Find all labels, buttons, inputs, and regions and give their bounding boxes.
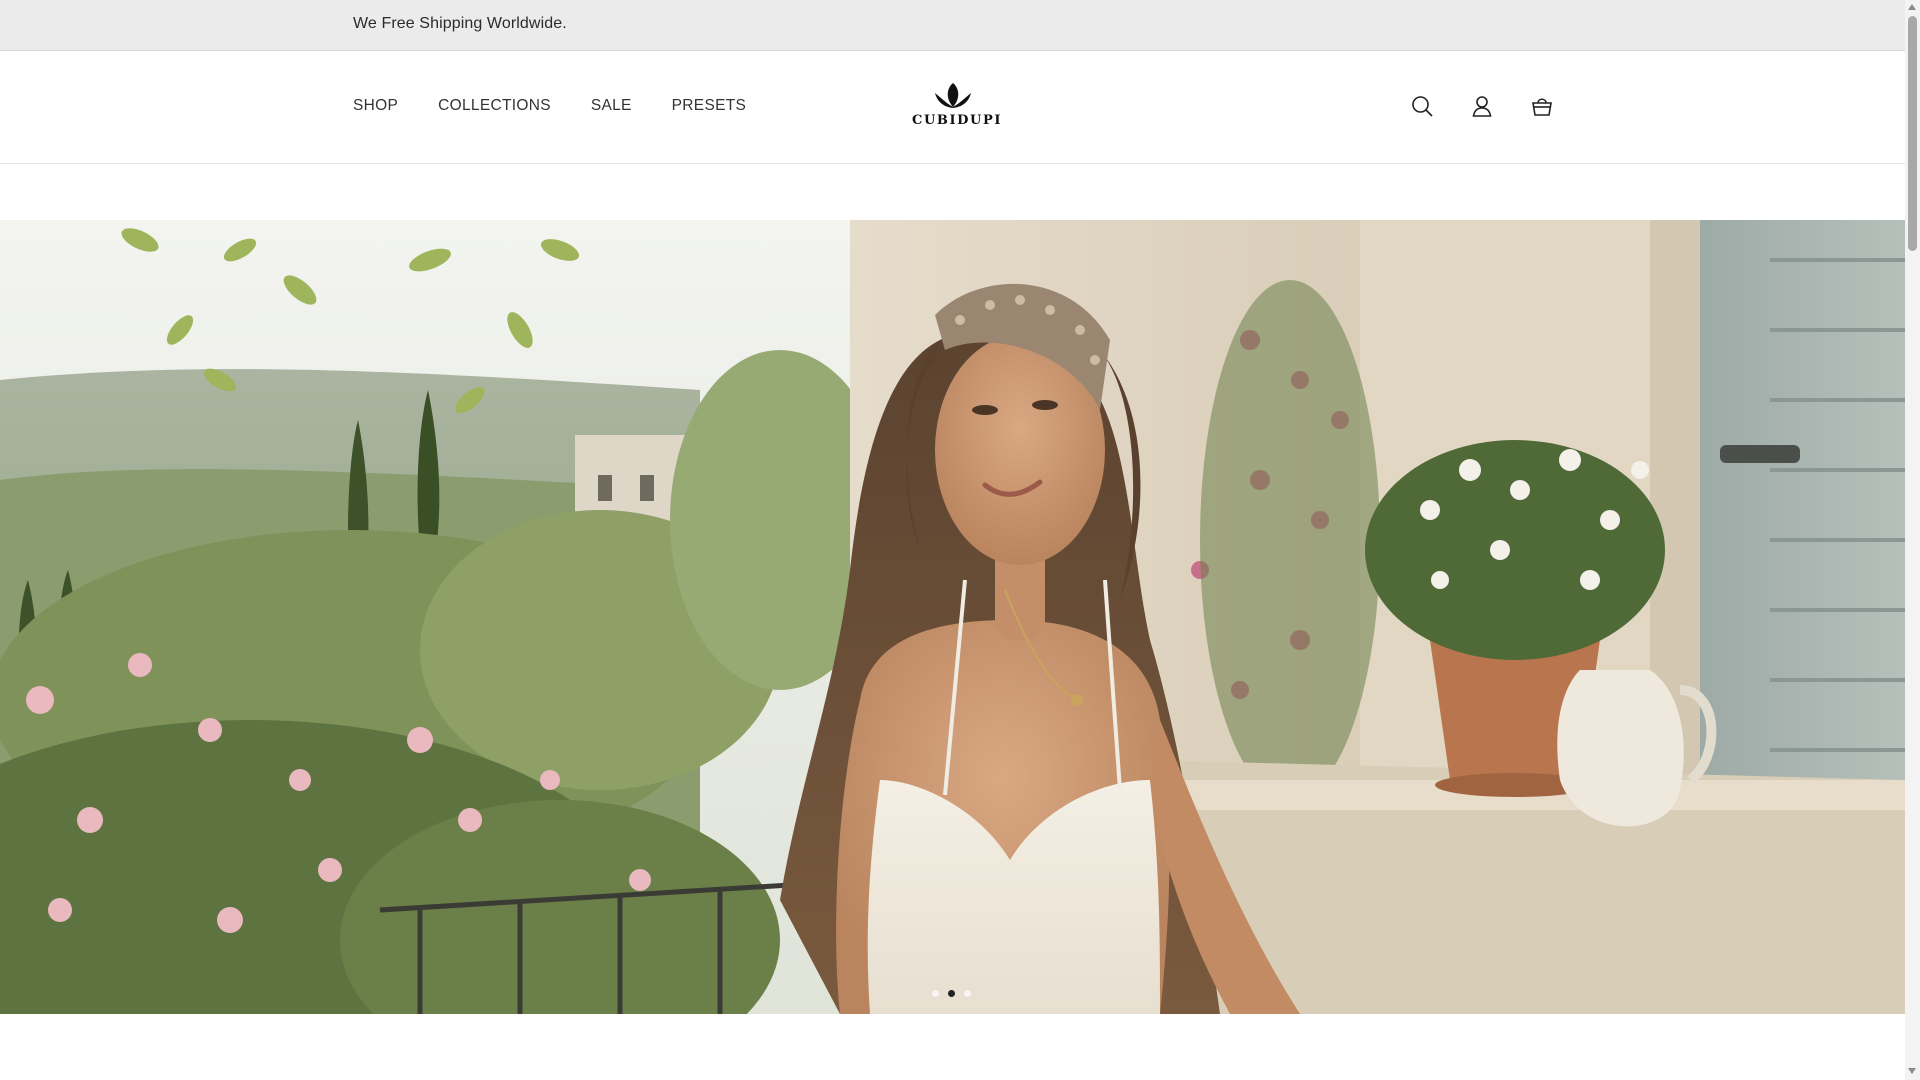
- vertical-scrollbar[interactable]: [1905, 0, 1920, 1080]
- slider-dot-3[interactable]: [964, 990, 971, 997]
- main-nav: SHOP COLLECTIONS SALE PRESETS: [353, 97, 786, 115]
- hero-photo: [0, 220, 1905, 1014]
- page: We Free Shipping Worldwide. SHOP COLLECT…: [0, 0, 1905, 1080]
- hero-banner[interactable]: [0, 220, 1905, 1014]
- scroll-up-arrow-icon[interactable]: [1908, 4, 1916, 10]
- announcement-bar: We Free Shipping Worldwide.: [0, 0, 1905, 51]
- header-actions: [1410, 94, 1554, 118]
- slider-dot-2[interactable]: [948, 990, 955, 997]
- site-header: SHOP COLLECTIONS SALE PRESETS CUBIDUPI: [0, 51, 1905, 164]
- scroll-down-arrow-icon[interactable]: [1908, 1068, 1916, 1074]
- nav-item-collections[interactable]: COLLECTIONS: [438, 97, 551, 115]
- nav-item-sale[interactable]: SALE: [591, 97, 632, 115]
- slider-dots: [932, 990, 971, 997]
- announcement-text: We Free Shipping Worldwide.: [353, 15, 567, 32]
- brand-name: CUBIDUPI: [912, 113, 1003, 128]
- scroll-thumb[interactable]: [1908, 16, 1917, 251]
- search-icon[interactable]: [1410, 94, 1434, 118]
- lotus-logo-icon: [912, 81, 994, 111]
- nav-item-presets[interactable]: PRESETS: [672, 97, 746, 115]
- cart-icon[interactable]: [1530, 94, 1554, 118]
- nav-item-shop[interactable]: SHOP: [353, 97, 398, 115]
- slider-dot-1[interactable]: [932, 990, 939, 997]
- account-icon[interactable]: [1470, 94, 1494, 118]
- brand-logo[interactable]: CUBIDUPI: [912, 81, 1003, 128]
